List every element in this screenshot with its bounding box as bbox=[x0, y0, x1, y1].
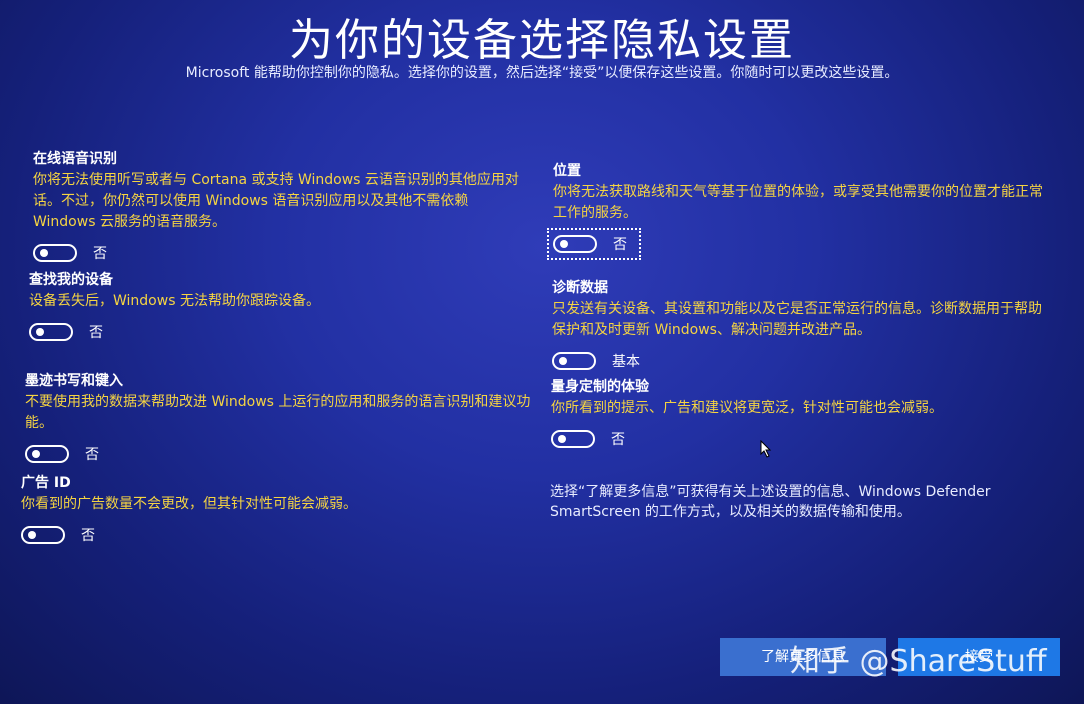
toggle-state-label: 基本 bbox=[612, 354, 640, 370]
find-my-device-toggle[interactable] bbox=[29, 323, 73, 341]
page-subtitle: Microsoft 能帮助你控制你的隐私。选择你的设置，然后选择“接受”以便保存… bbox=[185, 65, 899, 81]
toggle-state-label: 否 bbox=[85, 447, 99, 463]
setting-title: 查找我的设备 bbox=[29, 272, 113, 288]
diagnostic-data-toggle[interactable] bbox=[552, 352, 596, 370]
toggle-knob bbox=[28, 531, 36, 539]
tailored-experiences-toggle[interactable] bbox=[551, 430, 595, 448]
setting-title: 量身定制的体验 bbox=[551, 379, 649, 395]
mouse-cursor-icon bbox=[760, 439, 772, 462]
setting-description: 你将无法获取路线和天气等基于位置的体验，或享受其他需要你的位置才能正常工作的服务… bbox=[553, 184, 1043, 221]
setting-description: 设备丢失后，Windows 无法帮助你跟踪设备。 bbox=[29, 293, 320, 309]
advertising-id-toggle[interactable] bbox=[21, 526, 65, 544]
online-speech-toggle[interactable] bbox=[33, 244, 77, 262]
toggle-knob bbox=[559, 357, 567, 365]
setting-description: 不要使用我的数据来帮助改进 Windows 上运行的应用和服务的语言识别和建议功… bbox=[25, 394, 531, 431]
setting-title: 在线语音识别 bbox=[33, 151, 117, 167]
setting-diagnostic-data: 诊断数据 只发送有关设备、其设置和功能以及它是否正常运行的信息。诊断数据用于帮助… bbox=[552, 277, 1042, 373]
toggle-knob bbox=[40, 249, 48, 257]
watermark: 知乎 @ShareStuff bbox=[790, 644, 1047, 679]
toggle-state-label: 否 bbox=[89, 325, 103, 341]
toggle-knob bbox=[560, 240, 568, 248]
learn-more-info-text: 选择“了解更多信息”可获得有关上述设置的信息、Windows Defender … bbox=[550, 484, 991, 520]
location-focus-outline: 否 bbox=[547, 228, 641, 260]
setting-title: 位置 bbox=[553, 163, 581, 179]
toggle-knob bbox=[36, 328, 44, 336]
toggle-state-label: 否 bbox=[93, 246, 107, 262]
setting-description: 你将无法使用听写或者与 Cortana 或支持 Windows 云语音识别的其他… bbox=[33, 172, 519, 230]
setting-title: 广告 ID bbox=[21, 475, 71, 491]
toggle-state-label: 否 bbox=[613, 237, 627, 253]
setting-description: 你所看到的提示、广告和建议将更宽泛，针对性可能也会减弱。 bbox=[551, 400, 943, 416]
setting-title: 墨迹书写和键入 bbox=[25, 373, 123, 389]
toggle-knob bbox=[558, 435, 566, 443]
inking-typing-toggle[interactable] bbox=[25, 445, 69, 463]
setting-location: 位置 你将无法获取路线和天气等基于位置的体验，或享受其他需要你的位置才能正常工作… bbox=[547, 160, 1043, 260]
setting-tailored-experiences: 量身定制的体验 你所看到的提示、广告和建议将更宽泛，针对性可能也会减弱。 否 bbox=[551, 376, 1041, 451]
setting-description: 你看到的广告数量不会更改，但其针对性可能会减弱。 bbox=[21, 496, 357, 512]
setting-find-my-device: 查找我的设备 设备丢失后，Windows 无法帮助你跟踪设备。 否 bbox=[29, 269, 529, 344]
page-title: 为你的设备选择隐私设置 bbox=[289, 15, 795, 66]
setting-online-speech: 在线语音识别 你将无法使用听写或者与 Cortana 或支持 Windows 云… bbox=[33, 148, 533, 265]
setting-description: 只发送有关设备、其设置和功能以及它是否正常运行的信息。诊断数据用于帮助保护和及时… bbox=[552, 301, 1042, 338]
setting-advertising-id: 广告 ID 你看到的广告数量不会更改，但其针对性可能会减弱。 否 bbox=[21, 472, 531, 547]
toggle-knob bbox=[32, 450, 40, 458]
setting-inking-typing: 墨迹书写和键入 不要使用我的数据来帮助改进 Windows 上运行的应用和服务的… bbox=[25, 370, 535, 466]
toggle-state-label: 否 bbox=[611, 432, 625, 448]
toggle-state-label: 否 bbox=[81, 528, 95, 544]
setting-title: 诊断数据 bbox=[552, 280, 608, 296]
location-toggle[interactable] bbox=[553, 235, 597, 253]
